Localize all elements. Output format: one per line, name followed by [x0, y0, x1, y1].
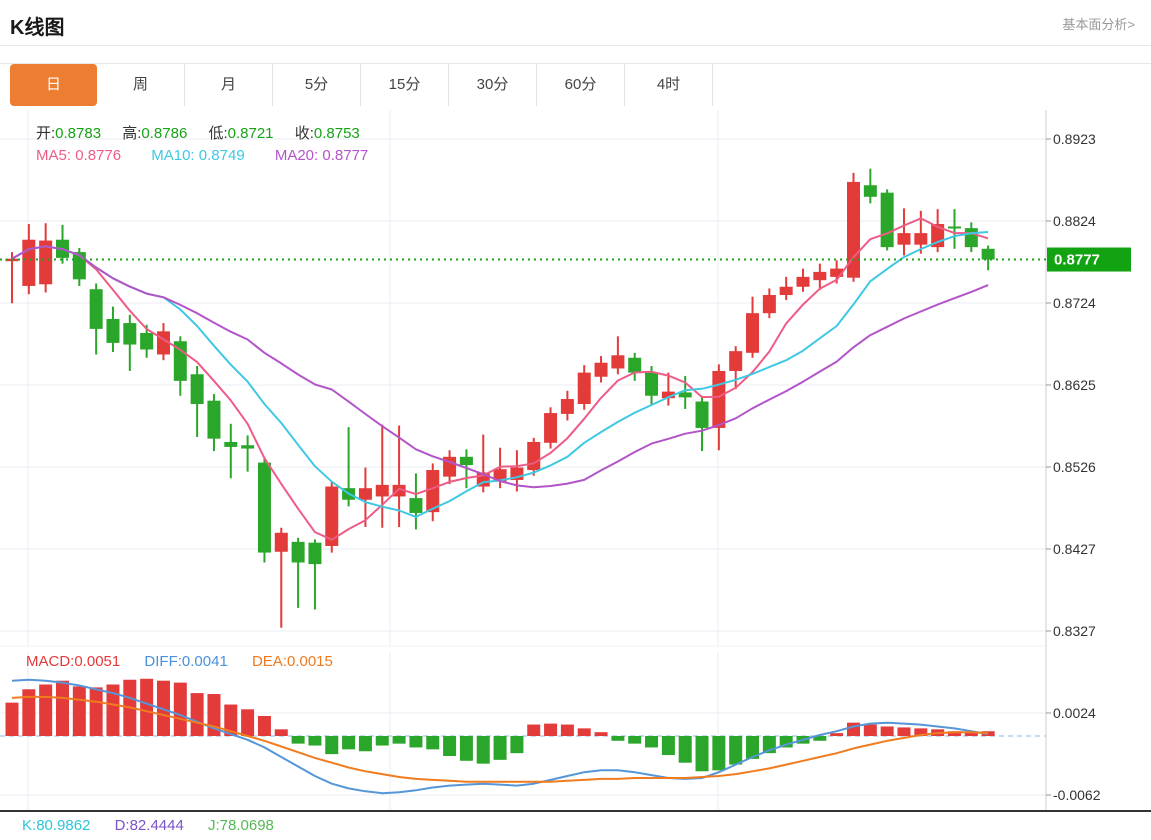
open-label: 开:: [36, 125, 56, 142]
svg-text:0.8923: 0.8923: [1053, 131, 1096, 147]
close-label: 收:: [294, 125, 314, 142]
low-value: 0.8721: [227, 125, 274, 142]
kdj-d-value: D:82.4444: [114, 817, 184, 834]
current-price-label: 0.8777: [1054, 252, 1100, 269]
svg-text:0.8526: 0.8526: [1053, 459, 1096, 475]
kdj-legend: K:80.9862 D:82.4444 J:78.0698: [22, 817, 274, 834]
ohlc-legend: 开:0.8783 高:0.8786 低:0.8721 收:0.8753: [36, 122, 377, 143]
low-label: 低:: [208, 125, 228, 142]
ma5-legend: MA5: 0.8776: [36, 147, 122, 164]
price-axis: 0.8923 0.8824 0.8724 0.8625 0.8526 0.8427 0.83…: [1045, 110, 1101, 810]
ma20-legend: MA20: 0.8777: [274, 147, 369, 164]
ma-legend: MA5: 0.8776 MA10: 0.8749 MA20: 0.8777: [36, 147, 368, 164]
open-value: 0.8783: [55, 125, 102, 142]
kline-page: { "header": { "title": "K线图", "link_labe…: [0, 0, 1151, 840]
dea-value: DEA:0.0015: [251, 653, 333, 670]
macd-value: MACD:0.0051: [26, 653, 121, 670]
svg-text:0.8824: 0.8824: [1053, 213, 1096, 229]
diff-value: DIFF:0.0041: [144, 653, 228, 670]
current-price-line: 0.8777: [0, 247, 1131, 272]
close-value: 0.8753: [313, 125, 360, 142]
ma-lines: [11, 217, 989, 541]
svg-text:0.0024: 0.0024: [1053, 705, 1096, 721]
svg-text:0.8427: 0.8427: [1053, 541, 1096, 557]
high-label: 高:: [122, 125, 142, 142]
svg-text:0.8327: 0.8327: [1053, 623, 1096, 639]
macd-histogram: [5, 678, 995, 772]
svg-text:0.8724: 0.8724: [1053, 295, 1096, 311]
macd-legend: MACD:0.0051 DIFF:0.0041 DEA:0.0015: [26, 653, 333, 670]
svg-text:-0.0062: -0.0062: [1053, 787, 1101, 803]
candlesticks: [5, 168, 995, 628]
kdj-j-value: J:78.0698: [208, 817, 274, 834]
ma10-legend: MA10: 0.8749: [151, 147, 245, 164]
kdj-k-value: K:80.9862: [22, 817, 91, 834]
high-value: 0.8786: [141, 125, 188, 142]
svg-text:0.8625: 0.8625: [1053, 377, 1096, 393]
